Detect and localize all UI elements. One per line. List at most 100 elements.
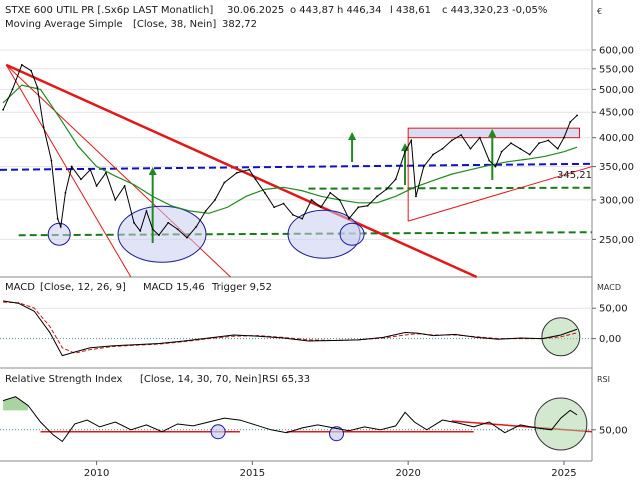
macd-series (3, 300, 581, 357)
price-point (158, 234, 160, 236)
header-close: c 443,32 (442, 5, 486, 16)
price-point (357, 206, 360, 209)
price-point (145, 210, 148, 212)
price-point (385, 188, 388, 191)
price-point (273, 206, 276, 209)
price-point (80, 178, 82, 181)
macd-params: [Close, 12, 26, 9] (40, 282, 126, 293)
price-point (547, 139, 550, 142)
rsi-marker-circle-1 (210, 424, 226, 440)
price-point (64, 191, 67, 194)
uptrend-value-label: 345,21 (557, 170, 592, 181)
price-point (469, 147, 472, 150)
price-point (50, 159, 53, 162)
price-point (291, 213, 294, 216)
price-axis-ticks: 250,00 300,00 350,00 400,00 450,00 500,00 550,… (592, 45, 634, 246)
macd-line (3, 300, 578, 357)
trigger-line (3, 301, 578, 354)
price-point (494, 165, 497, 168)
price-point (151, 228, 154, 231)
price-point (36, 86, 39, 89)
price-point (500, 150, 503, 153)
price-point (441, 147, 444, 150)
header-date: 30.06.2025 (227, 5, 284, 16)
price-tick-label: 400,00 (599, 133, 634, 144)
price-point (30, 69, 33, 72)
price-point (348, 217, 350, 220)
price-tick-label: 600,00 (599, 45, 634, 56)
base-circle-2018 (339, 222, 365, 246)
rsi-value: RSI 65,33 (262, 374, 310, 385)
price-point (488, 159, 491, 162)
header-change: -0,23 (483, 5, 509, 16)
rsi-series (2, 396, 593, 451)
price-point (204, 210, 207, 212)
base-circle-2009 (47, 222, 71, 246)
price-point (42, 126, 45, 129)
price-point (394, 178, 397, 181)
rsi-overbought-fill (3, 396, 29, 411)
rsi-line (2, 396, 578, 443)
price-point (167, 221, 170, 224)
price-point (139, 229, 142, 232)
price-point (195, 225, 198, 228)
price-point (329, 191, 332, 194)
header-low: l 438,61 (390, 5, 431, 16)
price-point (432, 153, 434, 156)
price-point (528, 153, 531, 156)
price-point (105, 171, 107, 174)
stock-chart: 345,21 250,00 300,00 350,00 400,00 450,00 500… (0, 0, 634, 479)
price-point (95, 185, 98, 187)
main-downtrend-line (5, 63, 478, 279)
x-tick-label: 2010 (84, 468, 109, 479)
price-point (460, 134, 463, 136)
price-point (70, 165, 73, 168)
macd-tick-label: 50,00 (599, 304, 628, 315)
macd-tick-label: 0,00 (599, 334, 621, 345)
price-point (176, 228, 179, 231)
price-point (422, 165, 425, 168)
price-point (248, 168, 251, 171)
trigger-value: Trigger 9,52 (211, 282, 272, 293)
price-point (114, 199, 117, 201)
price-point (338, 199, 341, 201)
currency-label: € (597, 7, 602, 16)
support-line-upper (308, 186, 593, 190)
price-tick-label: 450,00 (599, 108, 634, 119)
rsi-axis-ticks: 50,00 (592, 425, 628, 436)
price-point (20, 63, 23, 66)
price-point (366, 204, 369, 207)
x-axis-ticks: 2010 2015 2020 2025 (84, 461, 577, 479)
price-grid (0, 49, 592, 240)
price-line (2, 64, 578, 239)
rsi-params: [Close, 14, 30, 70, Nein] (140, 374, 261, 385)
price-tick-label: 350,00 (599, 162, 634, 173)
price-point (510, 142, 512, 145)
x-tick-label: 2025 (551, 468, 576, 479)
price-point (254, 178, 257, 181)
price-point (376, 195, 378, 198)
x-tick-label: 2015 (240, 468, 265, 479)
sma-params: [Close, 38, Nein] (133, 19, 216, 30)
price-tick-label: 300,00 (599, 195, 634, 206)
rsi-unit-label: RSI (597, 375, 610, 384)
price-point (415, 195, 417, 198)
price-tick-label: 500,00 (599, 85, 634, 96)
price-point (235, 171, 238, 174)
price-header: STXE 600 UTIL PR [.Sx6p LAST Monatlich] … (5, 5, 602, 30)
price-point (450, 139, 453, 142)
rsi-label: Relative Strength Index (5, 374, 123, 385)
price-point (478, 136, 481, 139)
price-point (404, 150, 406, 153)
breakout-arrow-2018-head (348, 132, 357, 140)
price-point (301, 217, 304, 220)
sma-label: Moving Average Simple (5, 19, 123, 30)
price-point (59, 225, 62, 228)
header-high: h 446,34 (337, 5, 382, 16)
x-tick-label: 2020 (395, 468, 420, 479)
price-point (214, 199, 216, 201)
macd-value: MACD 15,46 (143, 282, 205, 293)
price-point (320, 206, 322, 209)
price-point (563, 136, 565, 139)
rsi-header: Relative Strength Index [Close, 14, 30, … (5, 374, 610, 385)
